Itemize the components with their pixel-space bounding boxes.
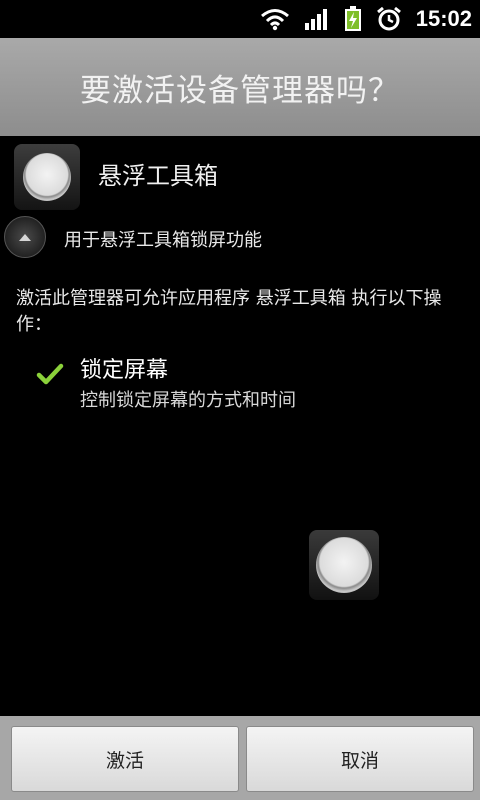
dialog-title-bar: 要激活设备管理器吗？ <box>0 38 480 136</box>
activate-button[interactable]: 激活 <box>11 726 239 792</box>
dialog-content: 悬浮工具箱 用于悬浮工具箱锁屏功能 激活此管理器可允许应用程序 悬浮工具箱 执行… <box>0 136 480 716</box>
triangle-up-icon <box>19 234 31 241</box>
alarm-icon <box>376 6 401 31</box>
battery-charging-icon <box>344 6 361 31</box>
check-icon <box>36 363 64 385</box>
floating-ball-icon <box>316 537 372 593</box>
permission-description: 控制锁定屏幕的方式和时间 <box>80 390 296 411</box>
app-icon <box>14 144 80 210</box>
floating-ball-icon <box>23 153 71 201</box>
status-icons: 15:02 <box>260 3 472 35</box>
wifi-icon <box>260 9 289 31</box>
status-time: 15:02 <box>415 6 472 31</box>
app-description: 用于悬浮工具箱锁屏功能 <box>64 230 262 251</box>
status-bar: 15:02 <box>0 0 480 38</box>
expand-description-button[interactable] <box>4 216 46 258</box>
floating-toolbox-widget[interactable] <box>309 530 379 600</box>
signal-icon <box>304 9 327 30</box>
cancel-button[interactable]: 取消 <box>246 726 474 792</box>
dialog-title: 要激活设备管理器吗？ <box>80 72 400 109</box>
dialog-button-bar: 激活 取消 <box>0 716 480 800</box>
permission-title: 锁定屏幕 <box>80 358 169 383</box>
app-name: 悬浮工具箱 <box>98 162 218 190</box>
admin-warning-text: 激活此管理器可允许应用程序 悬浮工具箱 执行以下操作： <box>16 288 442 335</box>
